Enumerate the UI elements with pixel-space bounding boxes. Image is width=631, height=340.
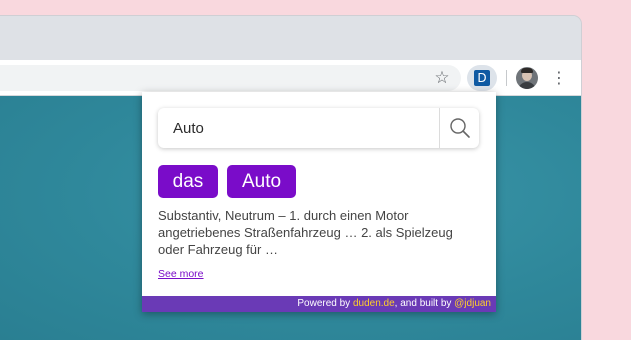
toolbar-separator bbox=[506, 70, 507, 86]
search-input[interactable] bbox=[158, 108, 438, 148]
duden-link[interactable]: duden.de bbox=[353, 298, 395, 309]
definition-text: Substantiv, Neutrum – 1. durch einen Mot… bbox=[158, 208, 453, 257]
search-box bbox=[158, 108, 479, 148]
search-icon bbox=[450, 118, 470, 138]
article-chip: das bbox=[158, 165, 218, 198]
avatar-body bbox=[518, 82, 536, 89]
search-button[interactable] bbox=[440, 108, 479, 148]
browser-menu-icon[interactable]: ⋮ bbox=[549, 67, 569, 89]
word-chip: Auto bbox=[227, 165, 296, 198]
duden-extension-icon: D bbox=[474, 70, 490, 86]
footer-prefix: Powered by bbox=[297, 298, 353, 309]
author-link[interactable]: @jdjuan bbox=[454, 298, 491, 309]
popup-footer: Powered by duden.de, and built by @jdjua… bbox=[142, 296, 496, 312]
duden-extension-button[interactable]: D bbox=[467, 65, 497, 91]
browser-toolbar: ☆ D ⋮ bbox=[0, 60, 581, 96]
bookmark-star-icon[interactable]: ☆ bbox=[431, 67, 453, 89]
avatar-hair bbox=[521, 68, 533, 73]
footer-middle: , and built by bbox=[394, 298, 455, 309]
see-more-link[interactable]: See more bbox=[158, 268, 204, 280]
address-bar[interactable] bbox=[0, 65, 461, 91]
tab-strip bbox=[0, 16, 581, 60]
profile-avatar[interactable] bbox=[516, 67, 538, 89]
extension-popup: das Auto Substantiv, Neutrum – 1. durch … bbox=[142, 92, 496, 312]
